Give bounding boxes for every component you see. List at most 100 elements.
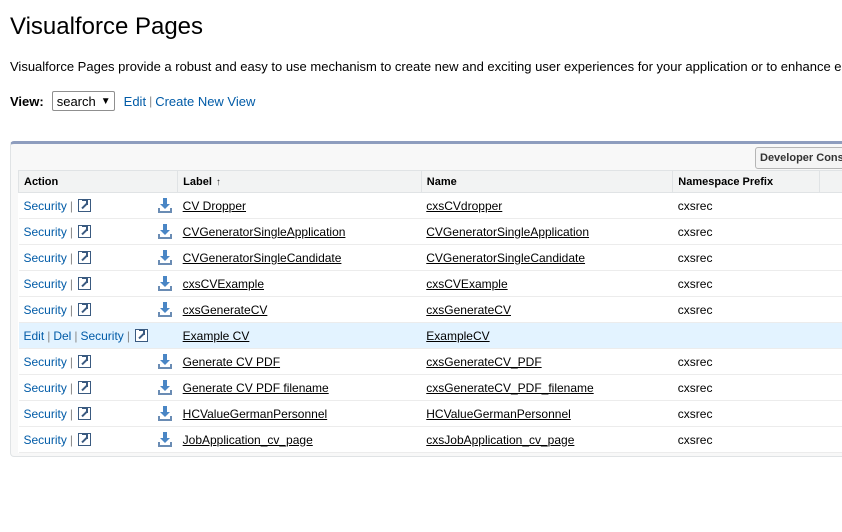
security-link[interactable]: Security	[24, 407, 67, 421]
action-cell: Security |	[18, 426, 178, 453]
open-popup-icon[interactable]	[77, 224, 91, 238]
view-label: View:	[10, 93, 44, 109]
view-select[interactable]: search ▼	[51, 91, 115, 111]
table-row: Security | Generate CV PDF filename cxsGene…	[18, 374, 842, 401]
extra-cell	[819, 348, 842, 375]
security-link[interactable]: Security	[24, 251, 67, 265]
page-name-link[interactable]: ExampleCV	[426, 329, 489, 343]
column-header-name[interactable]: Name	[420, 170, 674, 193]
page-label-link[interactable]: Generate CV PDF	[183, 355, 280, 369]
label-cell: CVGeneratorSingleCandidate	[177, 244, 422, 271]
extra-cell	[819, 244, 842, 271]
column-header-label[interactable]: Label ↑	[177, 170, 422, 193]
page-name-link[interactable]: cxsGenerateCV	[426, 303, 511, 317]
page-name-link[interactable]: cxsCVExample	[426, 277, 507, 291]
security-link[interactable]: Security	[24, 277, 67, 291]
sort-ascending-icon: ↑	[215, 176, 221, 188]
open-popup-icon[interactable]	[77, 276, 91, 290]
security-link[interactable]: Security	[24, 355, 67, 369]
open-popup-icon[interactable]	[77, 198, 91, 212]
page-name-link[interactable]: CVGeneratorSingleApplication	[426, 225, 589, 239]
namespace-cell	[672, 322, 820, 349]
page-label-link[interactable]: Generate CV PDF filename	[183, 381, 329, 395]
page-label-link[interactable]: cxsCVExample	[183, 277, 264, 291]
open-popup-icon[interactable]	[77, 302, 91, 316]
page-name-link[interactable]: CVGeneratorSingleCandidate	[426, 251, 585, 265]
edit-view-link[interactable]: Edit	[124, 94, 146, 109]
namespace-cell: cxsrec	[672, 426, 820, 453]
separator: |	[69, 224, 73, 239]
open-popup-icon[interactable]	[77, 432, 91, 446]
security-link[interactable]: Security	[24, 381, 67, 395]
namespace-cell: cxsrec	[672, 192, 820, 219]
security-link[interactable]: Security	[24, 225, 67, 239]
page-name-link[interactable]: cxsCVdropper	[426, 199, 502, 213]
security-link[interactable]: Security	[24, 433, 67, 447]
managed-package-download-icon	[157, 406, 174, 421]
edit-link[interactable]: Edit	[24, 329, 45, 343]
managed-package-download-icon	[157, 198, 174, 213]
page-label-link[interactable]: CVGeneratorSingleApplication	[183, 225, 346, 239]
page-name-link[interactable]: HCValueGermanPersonnel	[426, 407, 571, 421]
open-popup-icon[interactable]	[77, 354, 91, 368]
developer-console-button[interactable]: Developer Console	[755, 147, 842, 169]
separator: |	[69, 432, 73, 447]
table-row: Security | CVGeneratorSingleApplication CVG…	[18, 218, 842, 245]
separator: |	[74, 328, 78, 343]
separator: |	[69, 354, 73, 369]
name-cell: cxsGenerateCV	[421, 296, 673, 323]
action-cell: Security |	[18, 374, 178, 401]
table-header-row: Action Label ↑ Name Namespace Prefix	[17, 170, 842, 193]
name-cell: CVGeneratorSingleApplication	[421, 218, 673, 245]
page-label-link[interactable]: CVGeneratorSingleCandidate	[183, 251, 342, 265]
page-label-link[interactable]: CV Dropper	[183, 199, 246, 213]
name-cell: CVGeneratorSingleCandidate	[421, 244, 673, 271]
create-new-view-link[interactable]: Create New View	[155, 94, 255, 109]
open-popup-icon[interactable]	[77, 250, 91, 264]
separator: |	[69, 302, 73, 317]
delete-link[interactable]: Del	[53, 329, 71, 343]
page-label-link[interactable]: Example CV	[183, 329, 250, 343]
separator: |	[69, 380, 73, 395]
name-cell: cxsCVExample	[421, 270, 673, 297]
action-cell: Security |	[18, 400, 178, 427]
managed-package-download-icon	[157, 250, 174, 265]
open-popup-icon[interactable]	[134, 328, 148, 342]
security-link[interactable]: Security	[24, 303, 67, 317]
extra-cell	[819, 426, 842, 453]
separator: |	[69, 406, 73, 421]
column-header-label-text: Label	[183, 175, 212, 188]
table-row: Security | CV Dropper cxsCVdropper cxsrec	[18, 192, 842, 219]
namespace-cell: cxsrec	[672, 218, 820, 245]
security-link[interactable]: Security	[24, 199, 67, 213]
open-popup-icon[interactable]	[77, 406, 91, 420]
column-header-namespace[interactable]: Namespace Prefix	[672, 170, 820, 193]
pages-table: Action Label ↑ Name Namespace Prefix Secu…	[17, 170, 842, 453]
separator: |	[149, 94, 153, 108]
managed-package-download-icon	[157, 380, 174, 395]
open-popup-icon[interactable]	[77, 380, 91, 394]
page-label-link[interactable]: cxsGenerateCV	[183, 303, 268, 317]
action-cell: Security |	[18, 192, 178, 219]
extra-cell	[819, 192, 842, 219]
page-title: Visualforce Pages	[10, 13, 204, 40]
extra-cell	[819, 270, 842, 297]
column-header-action: Action	[17, 170, 179, 193]
name-cell: cxsGenerateCV_PDF_filename	[421, 374, 673, 401]
separator: |	[69, 198, 73, 213]
page-name-link[interactable]: cxsJobApplication_cv_page	[426, 433, 574, 447]
separator: |	[47, 328, 51, 343]
page-label-link[interactable]: JobApplication_cv_page	[183, 433, 313, 447]
security-link[interactable]: Security	[80, 329, 123, 343]
list-panel: Developer Console Action Label↑ Name Nam…	[10, 141, 842, 457]
name-cell: cxsJobApplication_cv_page	[421, 426, 673, 453]
page-label-link[interactable]: HCValueGermanPersonnel	[183, 407, 328, 421]
page-name-link[interactable]: cxsGenerateCV_PDF	[426, 355, 541, 369]
page-name-link[interactable]: cxsGenerateCV_PDF_filename	[426, 381, 593, 395]
action-cell: Security |	[18, 270, 178, 297]
table-row: Security | JobApplication_cv_page cxsJobApp…	[18, 426, 842, 453]
label-cell: cxsCVExample	[177, 270, 422, 297]
table-row: Security | Generate CV PDF cxsGenerateCV_PD…	[18, 348, 842, 375]
label-cell: Generate CV PDF	[177, 348, 422, 375]
page-description: Visualforce Pages provide a robust and e…	[10, 59, 842, 74]
